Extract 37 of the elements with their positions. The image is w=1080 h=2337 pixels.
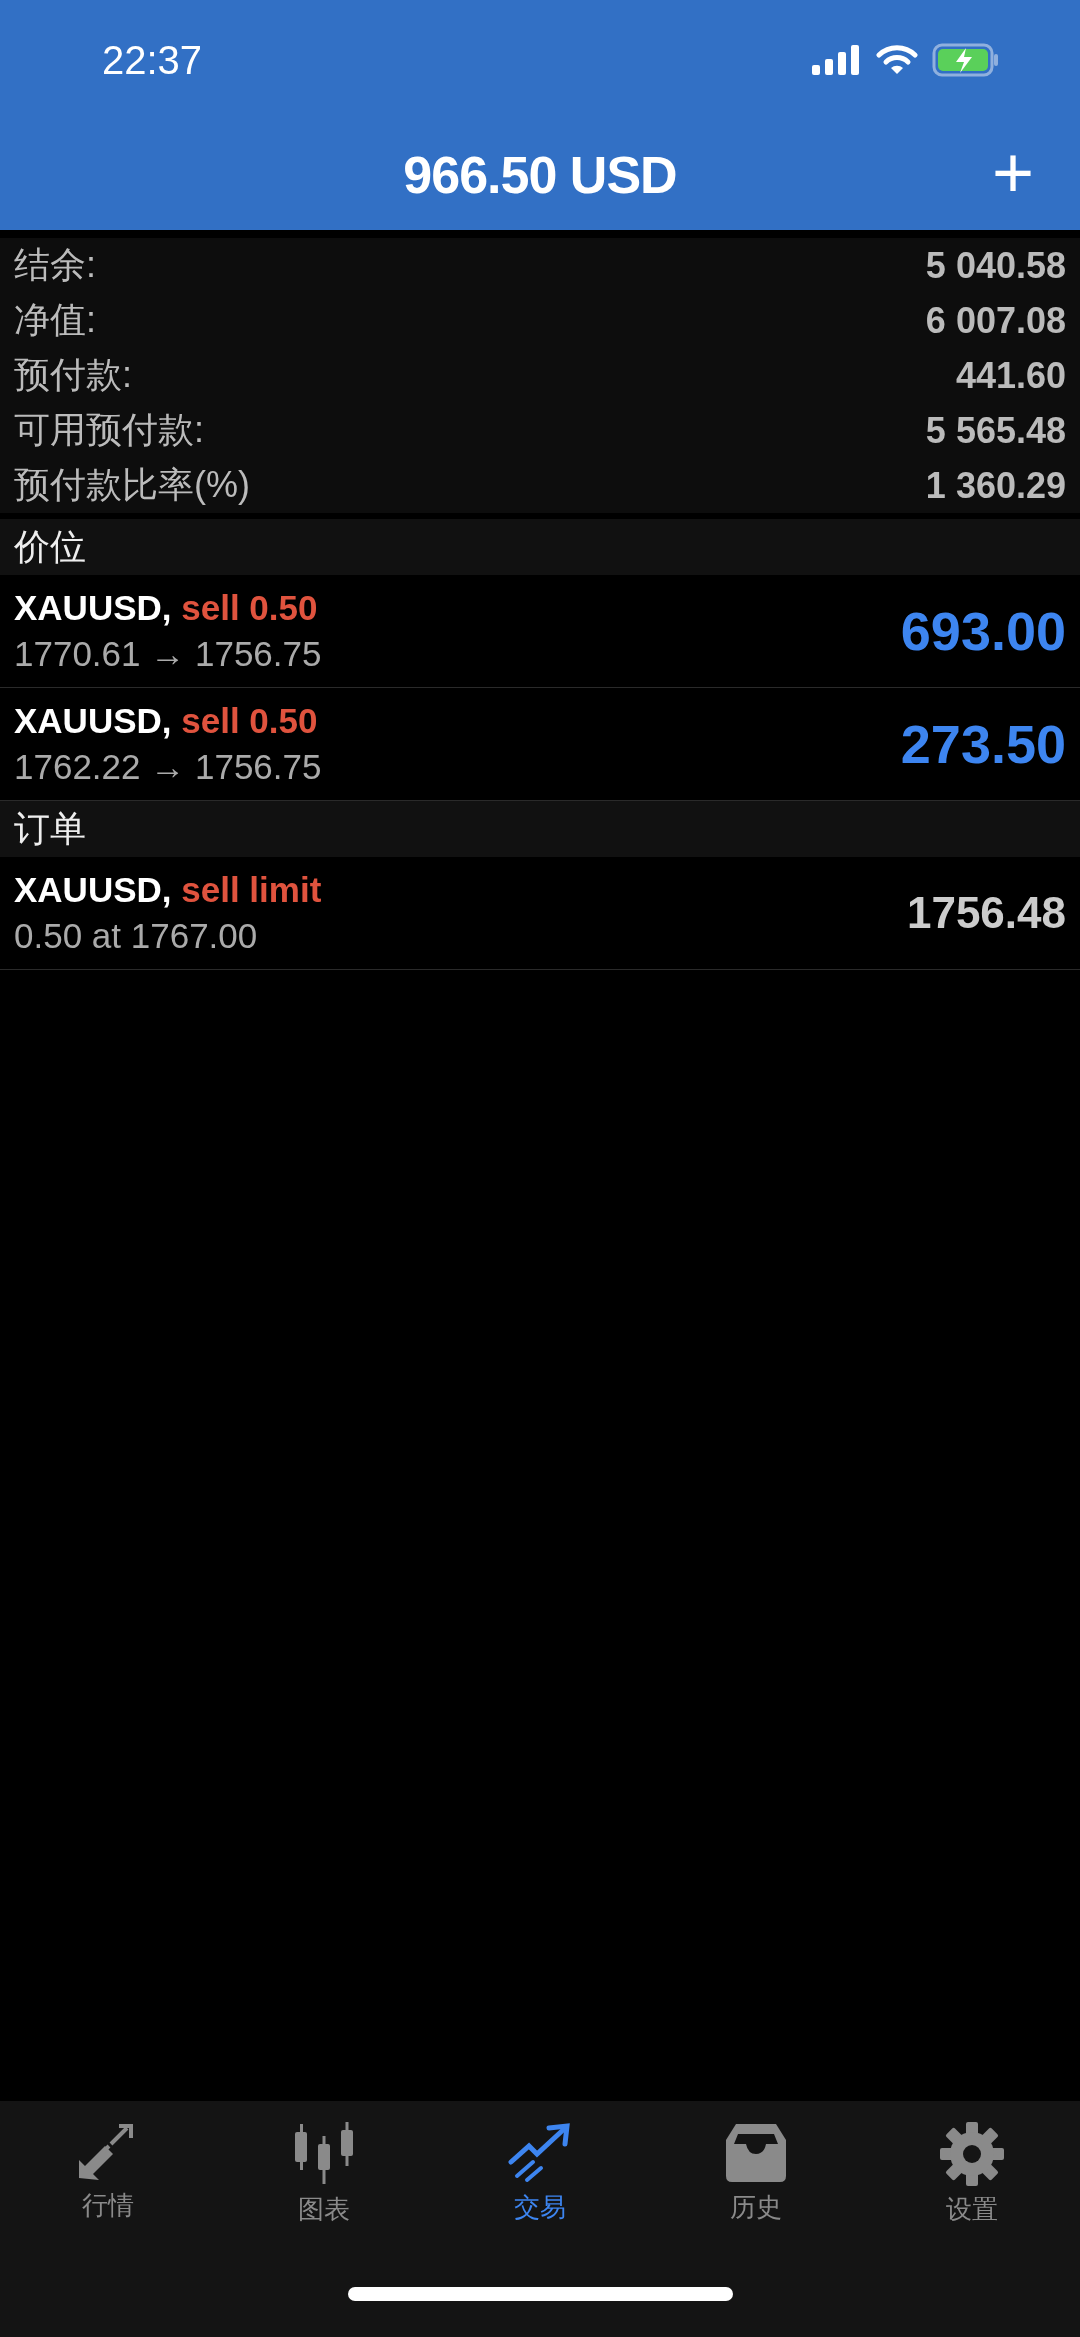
summary-value: 6 007.08 bbox=[925, 299, 1066, 342]
trade-detail: 1770.61 → 1756.75 bbox=[14, 634, 322, 674]
add-button[interactable]: + bbox=[983, 132, 1042, 212]
trade-symbol: XAUUSD, sell 0.50 bbox=[14, 701, 319, 741]
wifi-icon bbox=[876, 44, 918, 76]
trade-row[interactable]: XAUUSD, sell limit 0.50 at 1767.00 1756.48 bbox=[0, 857, 1080, 970]
trade-detail: 1762.22 → 1756.75 bbox=[14, 747, 322, 787]
summary-value: 5 565.48 bbox=[925, 409, 1066, 452]
summary-value: 5 040.58 bbox=[925, 244, 1066, 287]
battery-icon bbox=[932, 43, 1000, 77]
status-time: 22:37 bbox=[102, 37, 203, 83]
section-header: 订单 bbox=[0, 801, 1080, 857]
summary-value: 1 360.29 bbox=[925, 464, 1066, 507]
summary-label: 预付款: bbox=[14, 353, 132, 397]
trend-arrow-icon bbox=[507, 2122, 573, 2184]
summary-value: 441.60 bbox=[955, 354, 1066, 397]
section-header: 价位 bbox=[0, 519, 1080, 575]
inbox-icon bbox=[724, 2122, 788, 2184]
summary-label: 可用预付款: bbox=[14, 408, 204, 452]
tab[interactable]: 行情 bbox=[0, 2121, 216, 2251]
signal-icon bbox=[812, 45, 862, 75]
trade-amount: 1756.48 bbox=[906, 888, 1066, 938]
trade-detail: 0.50 at 1767.00 bbox=[14, 916, 259, 956]
settings-icon bbox=[940, 2122, 1004, 2186]
tab[interactable]: 图表 bbox=[216, 2121, 432, 2251]
summary-label: 结余: bbox=[14, 243, 96, 287]
tab[interactable]: 历史 bbox=[648, 2121, 864, 2251]
trade-symbol: XAUUSD, sell limit bbox=[14, 870, 322, 910]
trade-symbol: XAUUSD, sell 0.50 bbox=[14, 588, 319, 628]
trade-row[interactable]: XAUUSD, sell 0.50 1770.61 → 1756.75 693.00 bbox=[0, 575, 1080, 688]
trade-amount: 693.00 bbox=[900, 600, 1066, 662]
trade-amount: 273.50 bbox=[900, 713, 1066, 775]
balance-title: 966.50 USD bbox=[403, 145, 677, 205]
summary-label: 净值: bbox=[14, 298, 96, 342]
summary-label: 预付款比率(%) bbox=[14, 463, 250, 507]
tab[interactable]: 交易 bbox=[432, 2121, 648, 2251]
tab[interactable]: 设置 bbox=[864, 2121, 1080, 2251]
